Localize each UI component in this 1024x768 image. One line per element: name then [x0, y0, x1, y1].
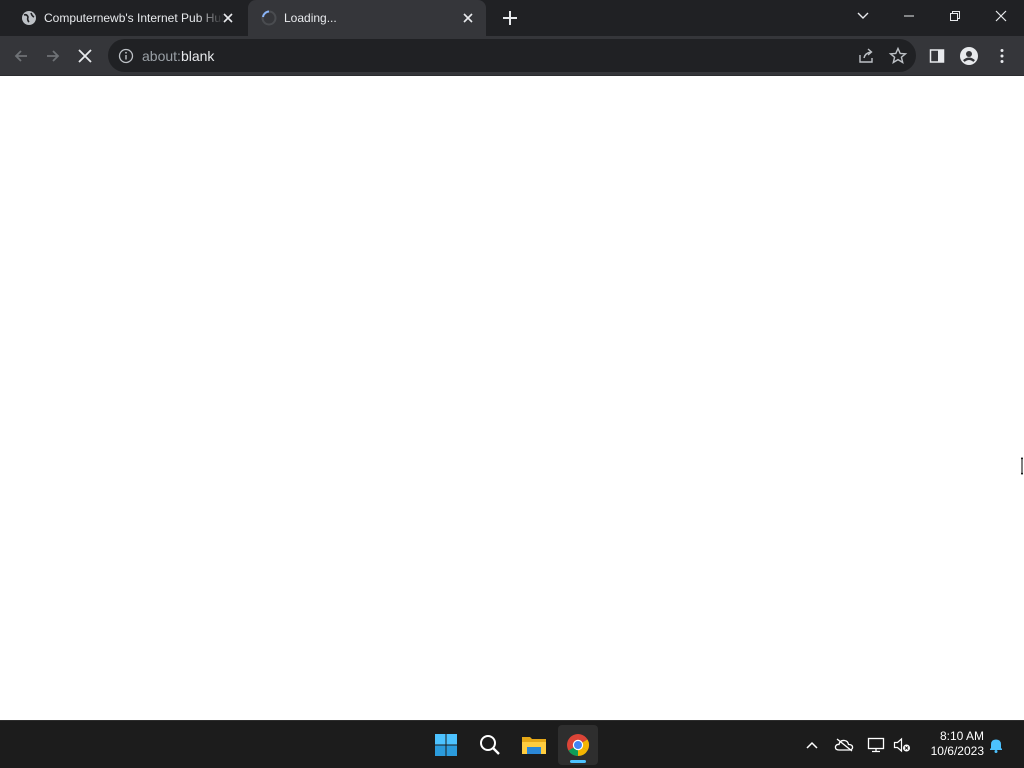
arrow-left-icon: [14, 50, 27, 62]
tab-title: Computernewb's Internet Pub Hub: [44, 11, 224, 25]
stop-x-icon: [78, 49, 92, 63]
kebab-menu-icon: [1000, 49, 1004, 63]
new-tab-plus-icon[interactable]: [500, 8, 520, 28]
chrome-icon: [567, 734, 589, 756]
browser-toolbar: about:blank: [0, 36, 1024, 76]
bookmark-star-icon[interactable]: [888, 46, 908, 66]
chrome-taskbar-button[interactable]: [558, 725, 598, 765]
address-bar[interactable]: about:blank: [108, 39, 916, 72]
page-content[interactable]: [0, 77, 1024, 720]
bell-icon: [990, 739, 1002, 753]
volume-tray-button[interactable]: [892, 735, 912, 755]
file-explorer-icon: [522, 737, 546, 754]
close-tab-icon[interactable]: [460, 10, 476, 26]
url-path: blank: [180, 48, 215, 64]
network-icon: [867, 737, 885, 753]
system-clock[interactable]: 8:10 AM 10/6/2023: [918, 729, 984, 759]
text-cursor-icon: [1020, 457, 1024, 475]
network-tray-button[interactable]: [866, 735, 886, 755]
restore-icon: [950, 11, 960, 21]
menu-button[interactable]: [989, 43, 1015, 69]
info-icon[interactable]: [118, 48, 134, 64]
tab-internet-pub-hub[interactable]: Computernewb's Internet Pub Hub: [8, 0, 246, 36]
taskbar: 8:10 AM 10/6/2023: [0, 720, 1024, 768]
forward-button[interactable]: [40, 43, 66, 69]
file-explorer-button[interactable]: [514, 725, 554, 765]
tab-loading[interactable]: Loading...: [248, 0, 486, 36]
arrow-right-icon: [47, 50, 60, 62]
share-icon[interactable]: [856, 46, 876, 66]
close-tab-icon[interactable]: [220, 10, 236, 26]
spinner-icon: [261, 10, 277, 26]
url-scheme: about:: [142, 48, 181, 64]
cloud-offline-icon: [834, 738, 854, 752]
profile-button[interactable]: [956, 43, 982, 69]
show-hidden-icons-button[interactable]: [802, 735, 822, 755]
back-button[interactable]: [8, 43, 34, 69]
address-url: about:blank: [142, 48, 214, 64]
clock-time: 8:10 AM: [939, 729, 984, 743]
active-app-indicator: [570, 760, 586, 763]
chevron-down-icon: [857, 12, 869, 19]
close-window-button[interactable]: [978, 0, 1024, 32]
chevron-up-icon: [806, 741, 818, 749]
restore-button[interactable]: [932, 0, 978, 32]
search-icon: [480, 735, 500, 755]
search-button[interactable]: [470, 725, 510, 765]
globe-icon: [22, 11, 36, 25]
tab-title: Loading...: [284, 11, 337, 25]
profile-avatar-icon: [960, 47, 978, 65]
close-icon: [995, 10, 1007, 22]
stop-loading-button[interactable]: [72, 43, 98, 69]
tab-search-button[interactable]: [840, 0, 886, 32]
windows-start-icon: [435, 734, 457, 756]
minimize-icon: [904, 15, 914, 17]
side-panel-button[interactable]: [924, 43, 950, 69]
notifications-button[interactable]: [986, 735, 1006, 755]
clock-date: 10/6/2023: [930, 744, 984, 758]
onedrive-tray-button[interactable]: [834, 735, 854, 755]
volume-muted-icon: [893, 737, 910, 753]
side-panel-icon: [929, 49, 945, 63]
title-bar: Computernewb's Internet Pub Hub Loading.…: [0, 0, 1024, 36]
start-button[interactable]: [426, 725, 466, 765]
minimize-button[interactable]: [886, 0, 932, 32]
